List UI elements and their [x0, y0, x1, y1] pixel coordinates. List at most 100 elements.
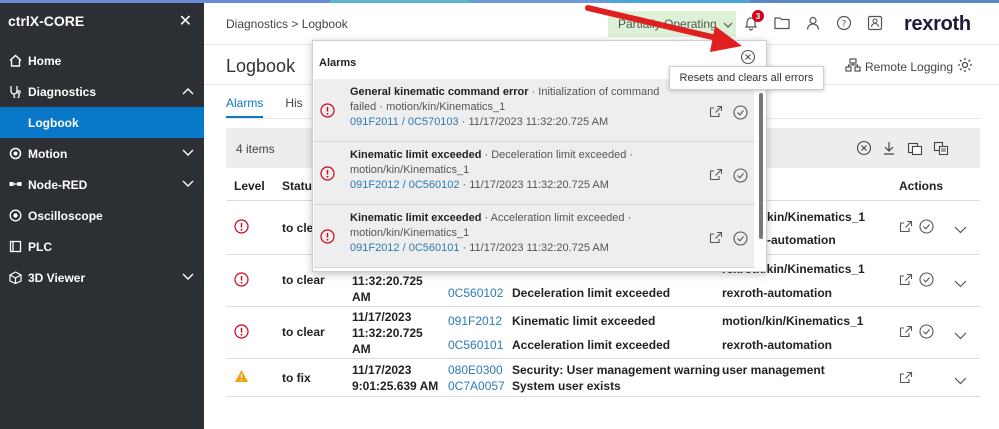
row-status: to fix — [282, 371, 311, 385]
sidebar-item-node-red[interactable]: Node-RED — [0, 169, 204, 200]
sidebar-item-label: Diagnostics — [28, 84, 97, 99]
sidebar-item-oscilloscope[interactable]: Oscilloscope — [0, 200, 204, 231]
error-icon — [320, 166, 335, 184]
row-date: 11/17/2023 — [352, 310, 412, 324]
node-red-icon — [8, 178, 22, 192]
alarm-code-link[interactable]: 091F2012 / 0C560102 — [350, 179, 459, 191]
acknowledge-check-icon[interactable] — [919, 324, 934, 342]
acknowledge-check-icon[interactable] — [919, 219, 934, 237]
copy-icon[interactable] — [907, 140, 923, 159]
open-external-icon[interactable] — [899, 325, 913, 341]
alarm-timestamp: · 11/17/2023 11:32:20.725 AM — [458, 116, 609, 128]
alarm-code-link[interactable]: 091F2012 / 0C560101 — [350, 242, 459, 254]
acknowledge-check-icon[interactable] — [733, 168, 748, 186]
close-sidebar-icon[interactable]: ✕ — [179, 11, 192, 31]
help-icon[interactable]: ? — [835, 14, 853, 32]
acknowledge-check-icon[interactable] — [733, 105, 748, 123]
sidebar-item-logbook[interactable]: Logbook — [0, 107, 204, 138]
sidebar-item-label: Home — [28, 53, 62, 68]
row-text: Security: User management warning — [512, 363, 721, 377]
folder-icon[interactable] — [773, 14, 791, 32]
annotation-arrow — [585, 5, 742, 52]
sidebar-item-label: Node-RED — [28, 177, 88, 192]
row-time: 11:32:20.725 — [352, 326, 423, 340]
row-code-link-2[interactable]: 0C560101 — [448, 338, 503, 352]
tab-alarms[interactable]: Alarms — [226, 90, 264, 118]
alarm-text: Kinematic limit exceeded · Acceleration … — [350, 211, 680, 256]
row-text-2: System user exists — [512, 379, 621, 393]
popup-title: Alarms — [319, 57, 357, 69]
row-source-2: rexroth-automation — [722, 286, 833, 300]
open-external-icon[interactable] — [709, 105, 723, 121]
user-icon[interactable] — [804, 14, 822, 32]
row-text-2: Acceleration limit exceeded — [512, 338, 671, 352]
row-ampm: AM — [352, 290, 371, 304]
sidebar-item-diagnostics[interactable]: Diagnostics — [0, 76, 204, 107]
open-external-icon[interactable] — [899, 220, 913, 236]
row-text: Deceleration limit exceeded — [512, 286, 671, 300]
acknowledge-check-icon[interactable] — [733, 231, 748, 249]
column-header-level: Level — [234, 179, 265, 193]
chevron-down-icon[interactable] — [954, 277, 967, 291]
error-icon — [234, 219, 249, 237]
sidebar-item-motion[interactable]: Motion — [0, 138, 204, 169]
open-external-icon[interactable] — [899, 371, 913, 387]
device-info-icon[interactable] — [866, 14, 884, 32]
tab-history[interactable]: His — [285, 90, 302, 118]
alarm-timestamp: · 11/17/2023 11:32:20.725 AM — [459, 242, 609, 254]
sidebar-item-home[interactable]: Home — [0, 45, 204, 76]
row-date: 11/17/2023 — [352, 363, 412, 377]
row-status: to clear — [282, 325, 325, 339]
clear-all-icon[interactable] — [856, 140, 872, 159]
warning-icon — [234, 369, 249, 386]
sidebar-item-label: PLC — [28, 239, 52, 254]
download-icon[interactable] — [882, 140, 896, 159]
acknowledge-check-icon[interactable] — [919, 272, 934, 290]
alarm-item[interactable]: Kinematic limit exceeded · Deceleration … — [314, 142, 754, 205]
row-source: motion/kin/Kinematics_1 — [722, 314, 864, 328]
remote-logging-button[interactable]: Remote Logging — [845, 58, 953, 75]
alarm-title: General kinematic command error — [350, 86, 529, 98]
chevron-down-icon[interactable] — [954, 223, 967, 237]
popup-scrollbar[interactable] — [759, 93, 763, 239]
rexroth-logo: rexroth — [904, 13, 971, 36]
sidebar-item-label: Logbook — [28, 115, 79, 130]
row-code-link-2[interactable]: 0C7A0057 — [448, 379, 505, 393]
row-source-2: -automation — [767, 233, 836, 247]
clear-errors-tooltip: Resets and clears all errors — [669, 66, 824, 90]
alarm-item[interactable]: Kinematic limit exceeded · Acceleration … — [314, 205, 754, 268]
row-time: 9:01:25.639 AM — [352, 379, 439, 393]
chevron-down-icon[interactable] — [954, 329, 967, 343]
open-external-icon[interactable] — [709, 231, 723, 247]
logbook-tabs: Alarms His — [226, 90, 303, 118]
copy-all-icon[interactable] — [933, 140, 949, 159]
svg-text:?: ? — [842, 20, 847, 30]
row-code-link[interactable]: 091F2012 — [448, 314, 502, 328]
row-source-2: rexroth-automation — [722, 338, 833, 352]
sidebar-item-3d-viewer[interactable]: 3D Viewer — [0, 262, 204, 293]
sidebar-item-label: Oscilloscope — [28, 208, 103, 223]
sidebar-item-plc[interactable]: PLC — [0, 231, 204, 262]
alarm-code-link[interactable]: 091F2011 / 0C570103 — [350, 116, 459, 128]
chevron-down-icon — [182, 270, 194, 284]
remote-logging-icon — [845, 58, 861, 75]
open-external-icon[interactable] — [709, 168, 723, 184]
cube-icon — [8, 271, 22, 285]
alarm-timestamp: · 11/17/2023 11:32:20.725 AM — [459, 179, 609, 191]
row-code-link[interactable]: 0C560102 — [448, 286, 503, 300]
oscilloscope-icon — [8, 209, 22, 223]
row-divider — [226, 306, 980, 307]
chevron-down-icon[interactable] — [954, 374, 967, 388]
sidebar: ctrlX-CORE ✕ Home Diagnostics Logbook Mo… — [0, 3, 204, 429]
sidebar-nav: Home Diagnostics Logbook Motion Node-RED… — [0, 45, 204, 293]
page-title: Logbook — [226, 56, 296, 76]
chevron-down-icon — [182, 146, 194, 160]
row-code-link[interactable]: 080E0300 — [448, 363, 503, 377]
items-count: 4 items — [236, 142, 275, 156]
error-icon — [320, 103, 335, 121]
settings-gear-icon[interactable] — [957, 57, 973, 76]
open-external-icon[interactable] — [899, 273, 913, 289]
row-text: Kinematic limit exceeded — [512, 314, 656, 328]
row-status: to clear — [282, 273, 325, 287]
logo-text: rexroth — [904, 13, 971, 35]
